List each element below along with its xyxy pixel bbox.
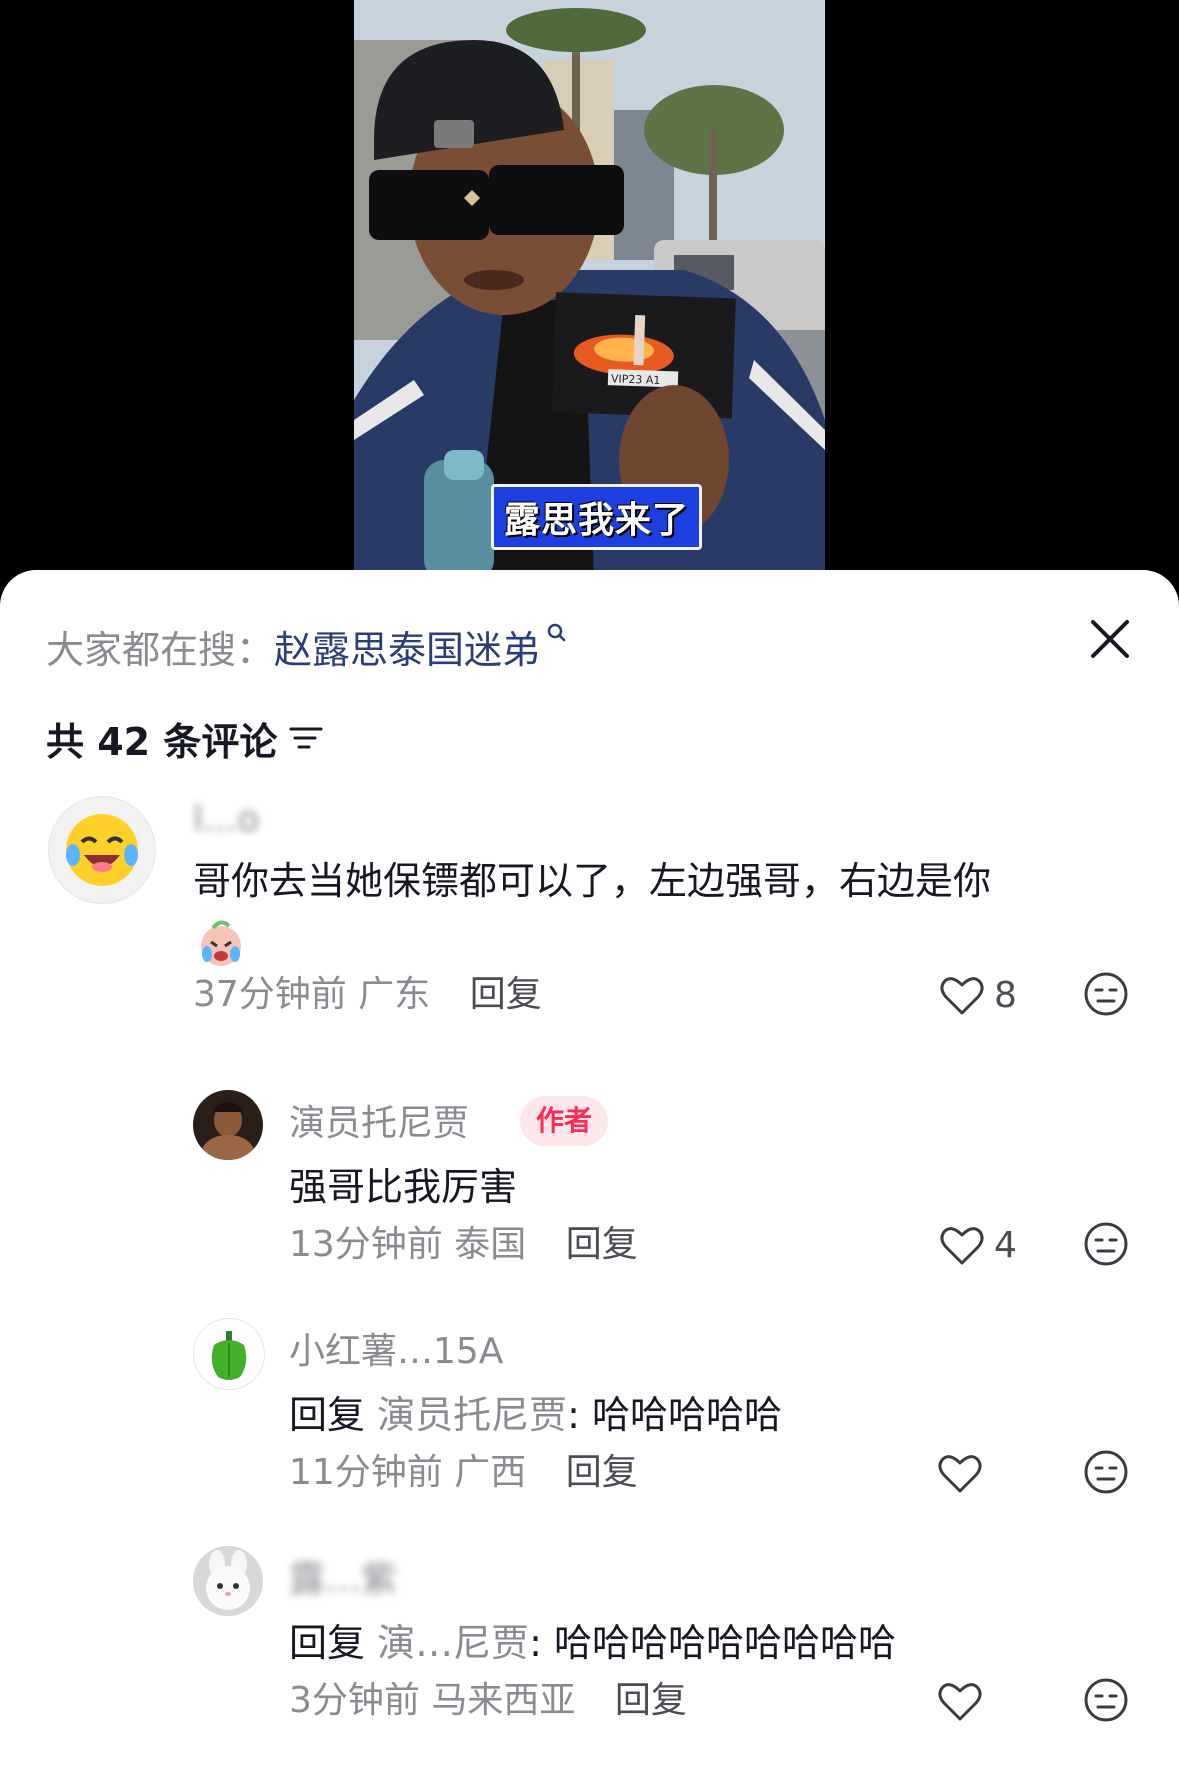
search-keyword-link[interactable]: 赵露思泰国迷弟	[274, 619, 540, 674]
heart-icon	[940, 1227, 984, 1265]
laughing-face-avatar-icon	[66, 814, 138, 886]
reply-item: 演员托尼贾 作者 强哥比我厉害 13分钟前 泰国 回复 4	[0, 1090, 1179, 1290]
comment-location: 广东	[358, 974, 431, 1015]
reply-location: 马来西亚	[431, 1680, 576, 1721]
avatar[interactable]	[193, 1318, 265, 1390]
reply-username[interactable]: 露…紫	[289, 1556, 397, 1604]
comment-text: 哥你去当她保镖都可以了，左边强哥，右边是你	[193, 859, 992, 903]
comment-meta: 37分钟前 广东 回复	[193, 970, 542, 1020]
reply-prefix: 回复	[289, 1393, 366, 1437]
reply-text: 回复 演…尼贾: 哈哈哈哈哈哈哈哈哈	[289, 1616, 896, 1670]
sort-icon[interactable]	[287, 722, 325, 754]
white-rabbit-avatar-icon	[193, 1546, 263, 1616]
comment-count-label: 共 42 条评论	[46, 719, 278, 764]
comment-count-header: 共 42 条评论	[46, 710, 325, 766]
close-icon[interactable]	[1087, 616, 1133, 662]
reply-button[interactable]: 回复	[470, 974, 542, 1015]
author-badge: 作者	[520, 1096, 609, 1146]
like-button[interactable]: 8	[938, 968, 1017, 1022]
search-icon[interactable]	[544, 620, 570, 646]
author-portrait-avatar-icon	[193, 1090, 263, 1160]
heart-icon	[938, 1683, 982, 1721]
comment-username[interactable]: l...o	[193, 796, 259, 844]
reply-username[interactable]: 小红薯…15A	[289, 1328, 503, 1376]
reply-text: 回复 演员托尼贾: 哈哈哈哈哈	[289, 1388, 782, 1442]
dislike-face-icon[interactable]	[1082, 1448, 1130, 1496]
heart-icon	[938, 1455, 982, 1493]
like-button[interactable]	[936, 1674, 992, 1728]
comment-sheet: 大家都在搜： 赵露思泰国迷弟 共 42 条评论 l...o 哥你去当她保镖都可以…	[0, 570, 1179, 1791]
reply-mention[interactable]: 演员托尼贾	[377, 1393, 567, 1437]
avatar[interactable]	[48, 796, 156, 904]
reply-meta: 13分钟前 泰国 回复	[289, 1220, 638, 1270]
like-count: 8	[994, 974, 1017, 1016]
reply-button[interactable]: 回复	[566, 1224, 638, 1265]
like-button[interactable]: 4	[938, 1218, 1017, 1272]
video-frame[interactable]: VIP23 A1 露思我来了	[354, 0, 825, 580]
reply-location: 泰国	[454, 1224, 527, 1265]
reply-mention[interactable]: 演…尼贾	[377, 1621, 529, 1665]
reply-button[interactable]: 回复	[615, 1680, 687, 1721]
reply-time: 11分钟前	[289, 1452, 443, 1493]
ticket-text: VIP23 A1	[611, 372, 661, 387]
reply-time: 3分钟前	[289, 1680, 420, 1721]
reply-location: 广西	[454, 1452, 527, 1493]
reply-time: 13分钟前	[289, 1224, 443, 1265]
avatar[interactable]	[193, 1090, 263, 1160]
video-caption-sticker: 露思我来了	[491, 484, 703, 550]
reply-username[interactable]: 演员托尼贾	[289, 1100, 469, 1148]
avatar[interactable]	[193, 1546, 263, 1616]
dislike-face-icon[interactable]	[1082, 1220, 1130, 1268]
comment-time: 37分钟前	[193, 974, 347, 1015]
reply-body: : 哈哈哈哈哈	[567, 1393, 783, 1437]
comment-item: l...o 哥你去当她保镖都可以了，左边强哥，右边是你 37分钟前 广东 回复 …	[0, 796, 1179, 1076]
video-player[interactable]: VIP23 A1 露思我来了	[0, 0, 1179, 580]
reply-meta: 3分钟前 马来西亚 回复	[289, 1676, 687, 1726]
crying-face-emoji-icon	[201, 920, 241, 966]
reply-body: : 哈哈哈哈哈哈哈哈哈	[529, 1621, 897, 1665]
search-prefix-label: 大家都在搜：	[46, 627, 275, 672]
trending-search-row[interactable]: 大家都在搜： 赵露思泰国迷弟	[46, 620, 570, 672]
reply-text: 强哥比我厉害	[289, 1165, 518, 1209]
reply-prefix: 回复	[289, 1621, 366, 1665]
reply-item: 小红薯…15A 回复 演员托尼贾: 哈哈哈哈哈 11分钟前 广西 回复	[0, 1318, 1179, 1518]
heart-icon	[940, 977, 984, 1015]
reply-item: 露…紫 回复 演…尼贾: 哈哈哈哈哈哈哈哈哈 3分钟前 马来西亚 回复	[0, 1546, 1179, 1746]
dislike-face-icon[interactable]	[1082, 970, 1130, 1018]
reply-button[interactable]: 回复	[566, 1452, 638, 1493]
like-button[interactable]	[936, 1446, 992, 1500]
green-pepper-avatar-icon	[211, 1331, 247, 1380]
like-count: 4	[994, 1224, 1017, 1266]
dislike-face-icon[interactable]	[1082, 1676, 1130, 1724]
reply-meta: 11分钟前 广西 回复	[289, 1448, 638, 1498]
